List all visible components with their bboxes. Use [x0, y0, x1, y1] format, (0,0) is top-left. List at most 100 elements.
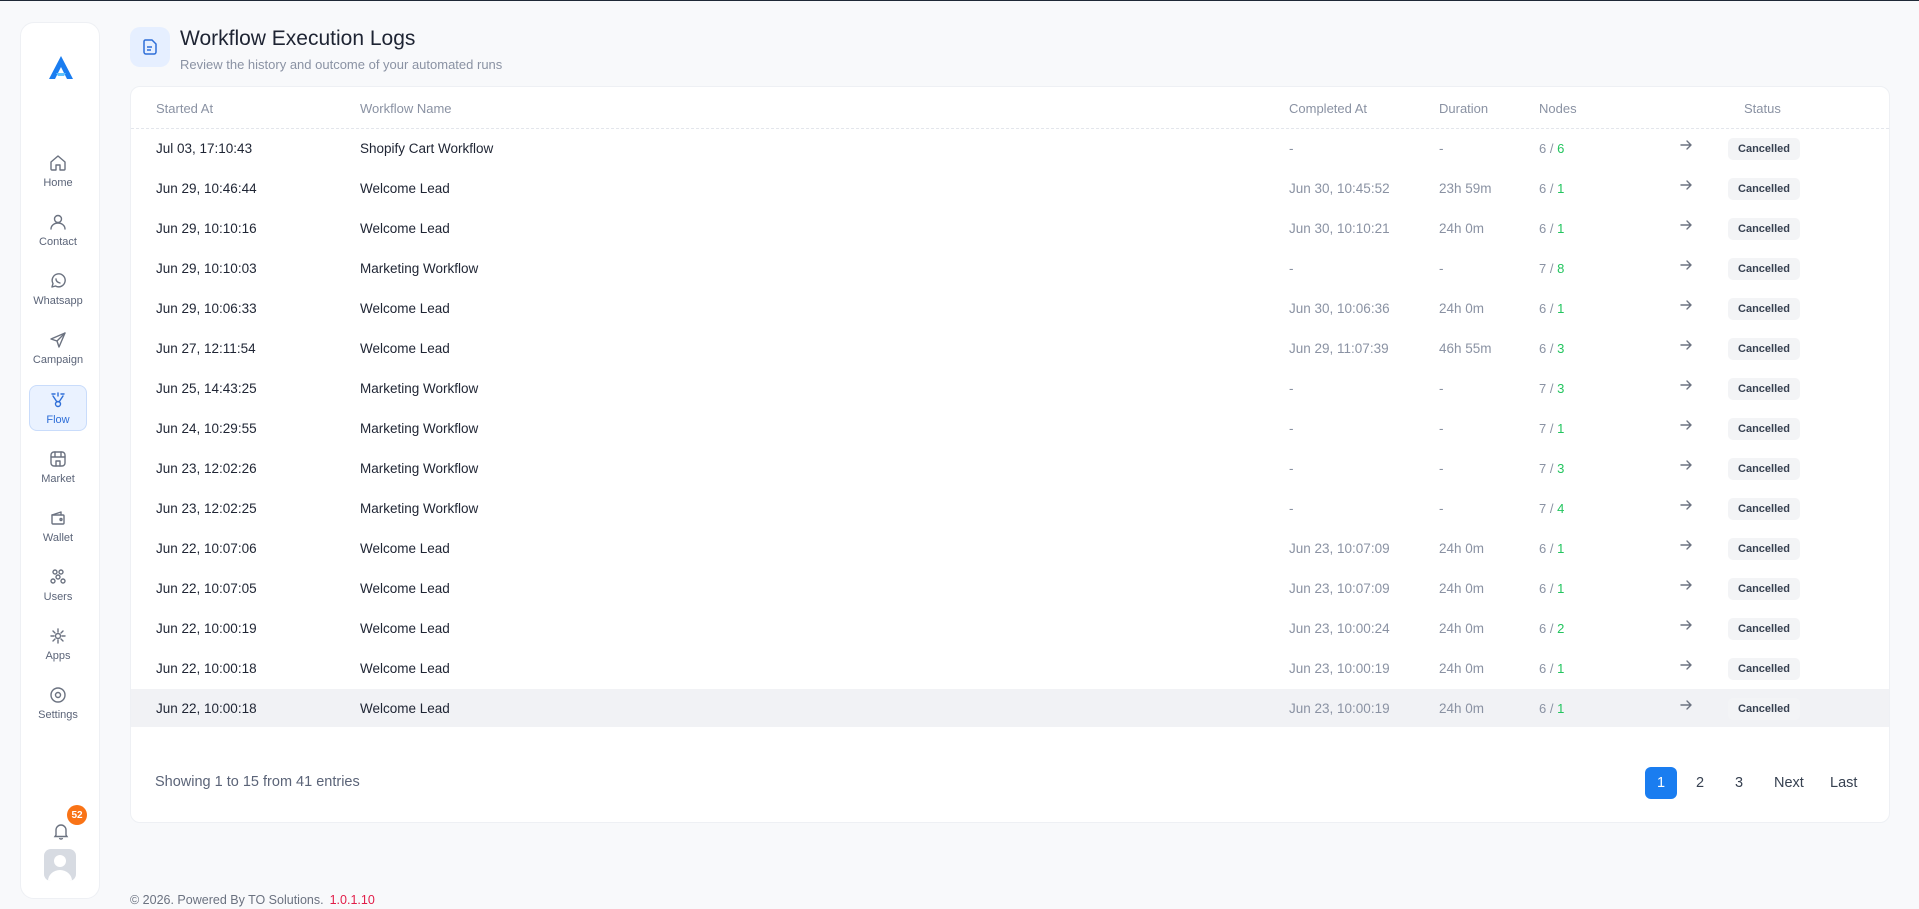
column-completed-at[interactable]: Completed At [1289, 101, 1367, 116]
sidebar-item-market[interactable]: Market [29, 444, 87, 490]
table-row[interactable]: Jun 22, 10:00:18 Welcome Lead Jun 23, 10:0… [131, 689, 1889, 727]
arrow-right-icon[interactable] [1679, 298, 1693, 312]
table-row[interactable]: Jun 23, 12:02:26 Marketing Workflow - - 7 / … [131, 449, 1889, 487]
status-badge: Cancelled [1728, 578, 1800, 600]
cell-duration: - [1439, 381, 1444, 396]
cell-completed-at: Jun 30, 10:06:36 [1289, 301, 1390, 316]
sidebar-item-apps[interactable]: Apps [29, 621, 87, 667]
status-badge: Cancelled [1728, 698, 1800, 720]
next-page-button[interactable]: Next [1770, 767, 1808, 799]
arrow-right-icon[interactable] [1679, 378, 1693, 392]
arrow-right-icon[interactable] [1679, 418, 1693, 432]
table-row[interactable]: Jul 03, 17:10:43 Shopify Cart Workflow - - 6… [131, 129, 1889, 167]
cell-duration: 23h 59m [1439, 181, 1492, 196]
sidebar-item-campaign[interactable]: Campaign [29, 325, 87, 371]
cell-started-at: Jun 22, 10:00:18 [156, 661, 257, 676]
cell-started-at: Jun 27, 12:11:54 [156, 341, 256, 356]
cell-completed-at: Jun 23, 10:00:19 [1289, 661, 1390, 676]
arrow-right-icon[interactable] [1679, 578, 1693, 592]
table-row[interactable]: Jun 22, 10:00:19 Welcome Lead Jun 23, 10:0… [131, 609, 1889, 647]
table-row[interactable]: Jun 24, 10:29:55 Marketing Workflow - - 7 / … [131, 409, 1889, 447]
nodes-total: 6 [1539, 541, 1547, 556]
sidebar-item-label: Campaign [32, 354, 84, 366]
arrow-right-icon[interactable] [1679, 138, 1693, 152]
arrow-right-icon[interactable] [1679, 498, 1693, 512]
cell-workflow-name: Welcome Lead [360, 701, 450, 716]
column-started-at[interactable]: Started At [156, 101, 213, 116]
page-2-button[interactable]: 2 [1684, 767, 1716, 799]
app-logo[interactable] [46, 53, 76, 83]
nodes-executed: 1 [1557, 541, 1565, 556]
cell-duration: - [1439, 261, 1444, 276]
table-row[interactable]: Jun 29, 10:10:16 Welcome Lead Jun 30, 10:1… [131, 209, 1889, 247]
cell-duration: - [1439, 501, 1444, 516]
contact-icon [50, 214, 66, 230]
arrow-right-icon[interactable] [1679, 178, 1693, 192]
cell-nodes: 6 / 1 [1539, 701, 1565, 716]
page-1-button[interactable]: 1 [1645, 767, 1677, 799]
column-nodes[interactable]: Nodes [1539, 101, 1577, 116]
sidebar-item-settings[interactable]: Settings [29, 680, 87, 726]
version-link[interactable]: 1.0.1.10 [330, 893, 375, 907]
arrow-right-icon[interactable] [1679, 618, 1693, 632]
sidebar-item-wallet[interactable]: Wallet [29, 503, 87, 549]
sidebar-item-whatsapp[interactable]: Whatsapp [29, 266, 87, 312]
cell-duration: 24h 0m [1439, 581, 1485, 596]
nodes-executed: 1 [1557, 661, 1565, 676]
nodes-total: 7 [1539, 381, 1547, 396]
nodes-total: 6 [1539, 141, 1547, 156]
column-status[interactable]: Status [1744, 101, 1781, 116]
table-row[interactable]: Jun 29, 10:46:44 Welcome Lead Jun 30, 10:4… [131, 169, 1889, 207]
cell-completed-at: Jun 29, 11:07:39 [1289, 341, 1389, 356]
column-duration[interactable]: Duration [1439, 101, 1488, 116]
cell-workflow-name: Welcome Lead [360, 341, 450, 356]
arrow-right-icon[interactable] [1679, 458, 1693, 472]
users-icon [50, 569, 66, 584]
table-row[interactable]: Jun 29, 10:10:03 Marketing Workflow - - 7 / … [131, 249, 1889, 287]
nodes-executed: 1 [1557, 221, 1565, 236]
sidebar-item-contact[interactable]: Contact [29, 207, 87, 253]
arrow-right-icon[interactable] [1679, 538, 1693, 552]
table-row[interactable]: Jun 22, 10:07:06 Welcome Lead Jun 23, 10:0… [131, 529, 1889, 567]
sidebar-item-home[interactable]: Home [29, 148, 87, 194]
page-title: Workflow Execution Logs [180, 27, 416, 50]
bell-icon[interactable] [51, 821, 71, 841]
arrow-right-icon[interactable] [1679, 218, 1693, 232]
arrow-right-icon[interactable] [1679, 338, 1693, 352]
cell-started-at: Jun 29, 10:46:44 [156, 181, 257, 196]
table-row[interactable]: Jun 25, 14:43:25 Marketing Workflow - - 7 / … [131, 369, 1889, 407]
last-page-button[interactable]: Last [1826, 767, 1861, 799]
cell-duration: 46h 55m [1439, 341, 1492, 356]
table-row[interactable]: Jun 29, 10:06:33 Welcome Lead Jun 30, 10:0… [131, 289, 1889, 327]
status-badge: Cancelled [1728, 658, 1800, 680]
cell-started-at: Jun 23, 12:02:25 [156, 501, 257, 516]
log-document-icon [130, 27, 170, 67]
settings-icon [50, 687, 66, 703]
sidebar-item-label: Users [43, 591, 73, 603]
table-row[interactable]: Jun 22, 10:07:05 Welcome Lead Jun 23, 10:0… [131, 569, 1889, 607]
cell-nodes: 6 / 1 [1539, 301, 1565, 316]
arrow-right-icon[interactable] [1679, 258, 1693, 272]
page-subtitle: Review the history and outcome of your a… [180, 57, 503, 72]
table-row[interactable]: Jun 23, 12:02:25 Marketing Workflow - - 7 / … [131, 489, 1889, 527]
cell-completed-at: - [1289, 421, 1294, 436]
status-badge: Cancelled [1728, 298, 1800, 320]
cell-nodes: 7 / 3 [1539, 461, 1565, 476]
status-badge: Cancelled [1728, 498, 1800, 520]
sidebar-item-users[interactable]: Users [29, 562, 87, 608]
cell-completed-at: - [1289, 381, 1294, 396]
arrow-right-icon[interactable] [1679, 658, 1693, 672]
page-3-button[interactable]: 3 [1723, 767, 1755, 799]
cell-started-at: Jul 03, 17:10:43 [156, 141, 253, 156]
nodes-total: 6 [1539, 221, 1547, 236]
arrow-right-icon[interactable] [1679, 698, 1693, 712]
column-workflow-name[interactable]: Workflow Name [360, 101, 452, 116]
cell-started-at: Jun 23, 12:02:26 [156, 461, 257, 476]
cell-completed-at: - [1289, 141, 1294, 156]
avatar[interactable] [44, 849, 76, 881]
cell-started-at: Jun 22, 10:00:18 [156, 701, 257, 716]
status-badge: Cancelled [1728, 258, 1800, 280]
table-row[interactable]: Jun 22, 10:00:18 Welcome Lead Jun 23, 10:0… [131, 649, 1889, 687]
sidebar-item-flow[interactable]: Flow [29, 385, 87, 431]
table-row[interactable]: Jun 27, 12:11:54 Welcome Lead Jun 29, 11:0… [131, 329, 1889, 367]
